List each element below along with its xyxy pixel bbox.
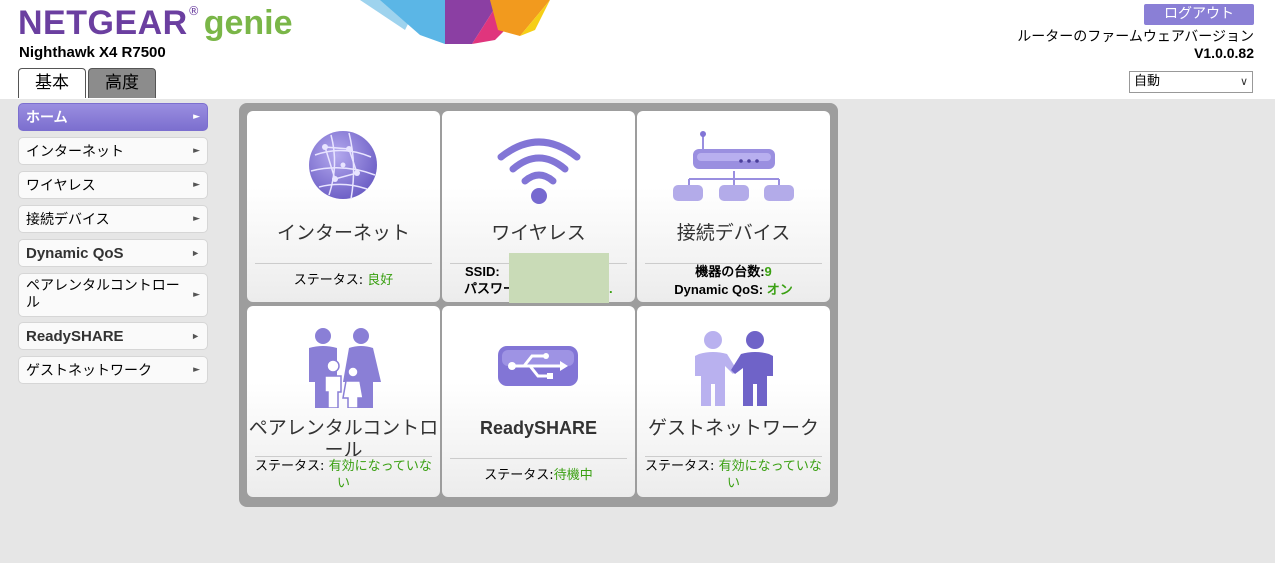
ssid-label: SSID: — [465, 264, 500, 279]
language-select[interactable]: 自動 ∨ — [1129, 71, 1253, 93]
tile-attached-devices[interactable]: 接続デバイス 機器の台数:9 Dynamic QoS: オン — [637, 111, 830, 302]
tile-attached-devices-title: 接続デバイス — [676, 222, 791, 244]
sidebar-item-label: ホーム — [26, 110, 68, 126]
chevron-right-icon: ► — [193, 289, 200, 300]
tile-separator — [450, 458, 627, 459]
chevron-down-icon: ∨ — [1239, 75, 1248, 88]
device-count-label: 機器の台数: — [695, 264, 765, 279]
sidebar-item-label: 接続デバイス — [26, 212, 110, 228]
tile-guest-network[interactable]: ゲストネットワーク ステータス: 有効になっていない — [637, 306, 830, 497]
logo-netgear-text: NETGEAR — [18, 4, 188, 42]
tile-separator — [645, 456, 822, 457]
redacted-credentials-overlay — [509, 253, 609, 303]
header: NETGEAR® genie Nighthawk X4 R7500 ログアウト ル… — [0, 0, 1275, 99]
status-value: 有効になっていない — [328, 459, 432, 491]
chevron-right-icon: ► — [193, 112, 200, 122]
sidebar-item-label: インターネット — [26, 144, 124, 160]
logo-genie-text: genie — [203, 4, 293, 42]
firmware-version-label: ルーターのファームウェアバージョン — [1017, 29, 1254, 45]
firmware-version-value: V1.0.0.82 — [1194, 45, 1254, 61]
chevron-right-icon: ► — [193, 365, 200, 375]
tile-wireless-title: ワイヤレス — [491, 222, 586, 244]
tile-internet-title: インターネット — [276, 222, 410, 244]
status-label: ステータス: — [255, 459, 325, 474]
sidebar-item-label: ゲストネットワーク — [26, 363, 152, 379]
logout-button[interactable]: ログアウト — [1144, 4, 1254, 25]
tile-parental-status: ステータス: 有効になっていない — [247, 458, 440, 492]
status-label: ステータス: — [484, 468, 554, 483]
sidebar-item-readyshare[interactable]: ReadySHARE ► — [18, 322, 208, 350]
sidebar-item-dynamic-qos[interactable]: Dynamic QoS ► — [18, 239, 208, 267]
chevron-right-icon: ► — [193, 146, 200, 156]
dashboard-panel: インターネット ステータス: 良好 ワイヤレス SSID: パスワー. 接続デバ… — [239, 103, 838, 507]
sidebar-item-label: ワイヤレス — [26, 178, 96, 194]
tile-separator — [255, 263, 432, 264]
language-select-value: 自動 — [1134, 74, 1161, 89]
guest-handshake-icon — [695, 331, 773, 406]
dynamic-qos-value: オン — [766, 282, 793, 297]
logo-registered-mark: ® — [187, 4, 200, 18]
tile-readyshare-status: ステータス:待機中 — [442, 467, 635, 484]
chevron-right-icon: ► — [193, 180, 200, 190]
sidebar-item-label: ペアレンタルコントロール — [26, 278, 180, 311]
dynamic-qos-label: Dynamic QoS: — [674, 282, 764, 297]
router-network-icon — [673, 131, 794, 201]
tile-guest-status: ステータス: 有効になっていない — [637, 458, 830, 492]
chevron-right-icon: ► — [191, 248, 200, 258]
sidebar-item-guest-network[interactable]: ゲストネットワーク ► — [18, 356, 208, 384]
tab-advanced[interactable]: 高度 — [88, 68, 156, 98]
password-tail: . — [609, 281, 613, 296]
tile-dynamic-qos: Dynamic QoS: オン — [637, 281, 830, 298]
tab-basic[interactable]: 基本 — [18, 68, 86, 98]
sidebar-item-wireless[interactable]: ワイヤレス ► — [18, 171, 208, 199]
chevron-right-icon: ► — [193, 214, 200, 224]
decorative-banner — [360, 0, 550, 44]
sidebar-item-attached-devices[interactable]: 接続デバイス ► — [18, 205, 208, 233]
device-count-value: 9 — [764, 264, 772, 279]
sidebar-item-internet[interactable]: インターネット ► — [18, 137, 208, 165]
status-value: 有効になっていない — [718, 459, 822, 491]
tile-internet-status: ステータス: 良好 — [247, 272, 440, 289]
status-label: ステータス: — [293, 273, 364, 288]
tile-parental-controls[interactable]: ペアレンタルコントロール ステータス: 有効になっていない — [247, 306, 440, 497]
tile-readyshare-title: ReadySHARE — [479, 418, 598, 438]
tile-parental-controls-title: ペアレンタルコントロール — [248, 417, 439, 461]
globe-icon — [309, 131, 377, 200]
netgear-genie-logo[interactable]: NETGEAR® genie — [18, 4, 293, 43]
chevron-right-icon: ► — [191, 331, 200, 341]
sidebar-item-home[interactable]: ホーム ► — [18, 103, 208, 131]
usb-icon — [498, 346, 578, 386]
status-value: 良好 — [367, 273, 394, 288]
tile-guest-network-title: ゲストネットワーク — [647, 417, 819, 439]
family-icon — [309, 328, 381, 408]
status-label: ステータス: — [645, 459, 715, 474]
sidebar-item-parental-controls[interactable]: ペアレンタルコントロール ► — [18, 273, 208, 317]
tile-readyshare[interactable]: ReadySHARE ステータス:待機中 — [442, 306, 635, 497]
tile-device-count: 機器の台数:9 — [637, 263, 830, 280]
tile-separator — [255, 456, 432, 457]
sidebar-item-label: ReadySHARE — [26, 327, 124, 345]
wifi-icon — [497, 138, 581, 204]
router-model: Nighthawk X4 R7500 — [19, 44, 166, 61]
tile-internet[interactable]: インターネット ステータス: 良好 — [247, 111, 440, 302]
sidebar-item-label: Dynamic QoS — [26, 244, 124, 262]
status-value: 待機中 — [553, 468, 593, 483]
